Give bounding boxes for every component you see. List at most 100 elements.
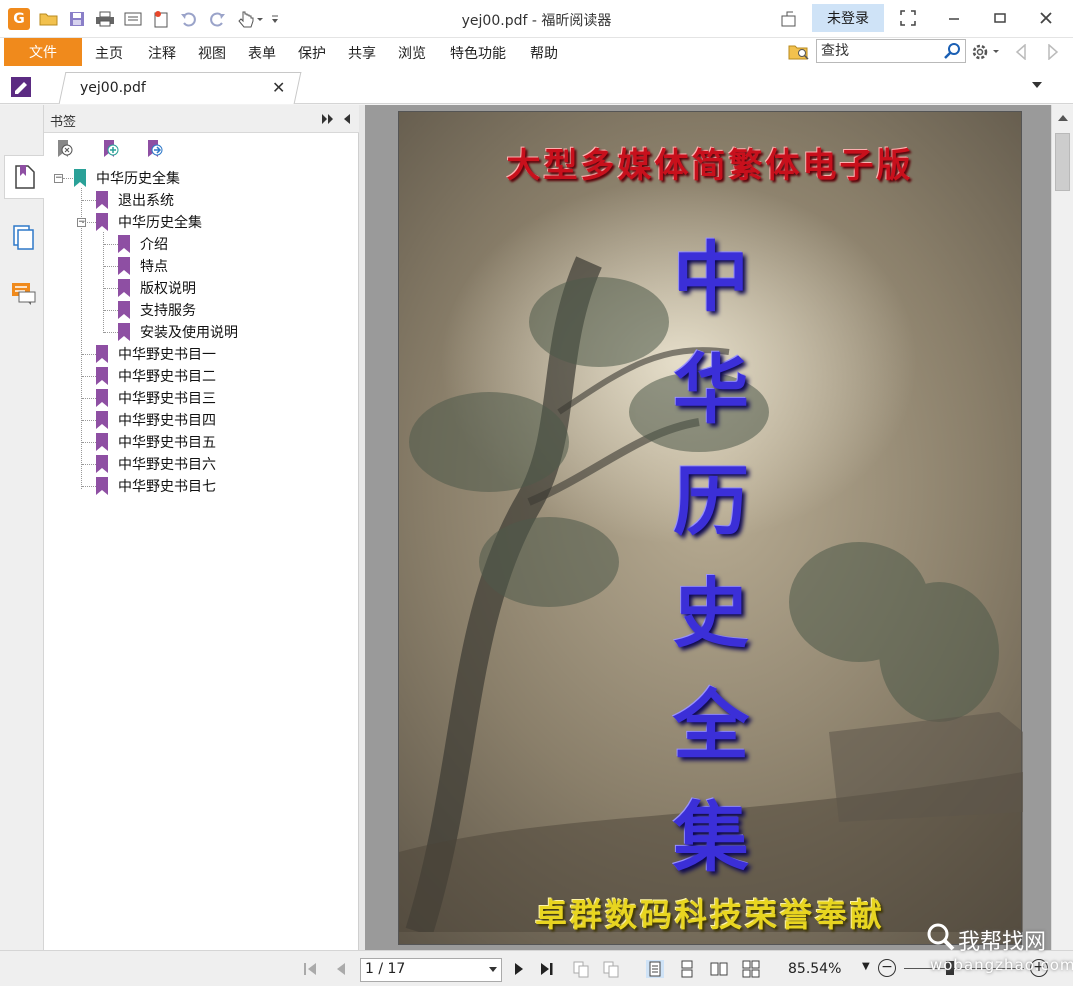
login-button[interactable]: 未登录 [812, 4, 884, 32]
scroll-thumb[interactable] [1055, 133, 1070, 191]
save-icon[interactable] [66, 8, 88, 30]
next-page-icon[interactable] [510, 960, 528, 978]
next-view-status-icon[interactable] [602, 960, 620, 978]
next-view-icon[interactable] [1042, 41, 1064, 63]
first-page-icon[interactable] [302, 960, 320, 978]
bookmark-item[interactable]: 特点 [118, 255, 168, 277]
search-icon[interactable] [944, 42, 962, 60]
customize-quick-access-icon[interactable] [268, 8, 282, 30]
vertical-scrollbar[interactable] [1051, 105, 1073, 950]
menu-form[interactable]: 表单 [248, 43, 276, 63]
zoom-out-icon[interactable]: − [878, 959, 896, 977]
page-number-selector[interactable]: 1 / 17 [360, 958, 502, 982]
page-bottom-credit: 卓群数码科技荣誉奉献 [534, 896, 885, 934]
previous-view-icon[interactable] [1010, 41, 1032, 63]
tree-line [82, 376, 96, 377]
foxit-logo-icon[interactable]: G [8, 8, 30, 30]
menu-help[interactable]: 帮助 [530, 43, 558, 63]
page-top-title: 大型多媒体简繁体电子版 [506, 146, 914, 186]
print-icon[interactable] [94, 8, 116, 30]
expand-panel-icon[interactable] [320, 108, 336, 130]
pdf-page: 大型多媒体简繁体电子版 中 华 历 史 全 集 卓群数码科技荣誉奉献 [398, 111, 1023, 945]
zoom-slider-thumb[interactable] [946, 961, 954, 975]
bookmark-label: 中华野史书目五 [118, 435, 216, 451]
bookmark-item[interactable]: 中华野史书目五 [96, 431, 216, 453]
previous-view-status-icon[interactable] [572, 960, 590, 978]
bookmark-ribbon-icon [118, 301, 130, 319]
tree-collapse-toggle[interactable]: − [54, 174, 63, 183]
search-box [816, 39, 966, 63]
last-page-icon[interactable] [538, 960, 556, 978]
properties-icon[interactable] [122, 8, 144, 30]
close-tab-icon[interactable]: ✕ [272, 78, 285, 97]
scroll-up-arrow-icon[interactable] [1056, 111, 1070, 125]
bookmark-item[interactable]: 版权说明 [118, 277, 196, 299]
pages-panel-icon[interactable] [4, 215, 44, 259]
bookmarks-panel-icon[interactable] [4, 155, 44, 199]
file-menu-button[interactable]: 文件 [4, 38, 82, 66]
collapse-panel-icon[interactable] [340, 108, 354, 130]
bookmark-item[interactable]: 支持服务 [118, 299, 196, 321]
redo-icon[interactable] [206, 8, 228, 30]
bookmark-item[interactable]: 中华野史书目四 [96, 409, 216, 431]
zoom-in-icon[interactable]: + [1030, 959, 1048, 977]
minimize-icon[interactable] [940, 6, 968, 30]
search-input[interactable] [821, 43, 939, 59]
bookmark-item[interactable]: 中华野史书目一 [96, 343, 216, 365]
bookmark-label: 版权说明 [140, 281, 196, 297]
comments-panel-icon[interactable] [4, 271, 44, 315]
restore-icon[interactable] [986, 6, 1014, 30]
bookmark-label: 中华历史全集 [96, 171, 180, 187]
settings-gear-icon[interactable] [970, 41, 1002, 63]
hand-tool-icon[interactable] [236, 8, 268, 30]
tree-line [82, 200, 96, 201]
previous-page-icon[interactable] [332, 960, 350, 978]
close-window-icon[interactable] [1032, 6, 1060, 30]
menu-view[interactable]: 视图 [198, 43, 226, 63]
zoom-dropdown-icon[interactable]: ▼ [862, 961, 870, 972]
menu-protect[interactable]: 保护 [298, 43, 326, 63]
add-bookmark-icon[interactable] [100, 139, 120, 159]
facing-view-icon[interactable] [710, 960, 728, 978]
bookmark-item[interactable]: 中华野史书目三 [96, 387, 216, 409]
status-bar: 1 / 17 85.54% ▼ − + [0, 950, 1073, 986]
share-icon[interactable] [778, 8, 800, 30]
bookmark-label: 安装及使用说明 [140, 325, 238, 341]
bookmark-item[interactable]: 中华历史全集 [74, 167, 180, 189]
bookmark-label: 特点 [140, 259, 168, 275]
bookmark-item[interactable]: 介绍 [118, 233, 168, 255]
zoom-slider-track[interactable] [904, 968, 1024, 969]
bookmark-item[interactable]: 安装及使用说明 [118, 321, 238, 343]
new-document-icon[interactable] [150, 8, 172, 30]
bookmark-item[interactable]: 中华野史书目二 [96, 365, 216, 387]
bookmark-item[interactable]: 中华野史书目七 [96, 475, 216, 497]
bookmark-ribbon-icon [96, 191, 108, 209]
menu-comment[interactable]: 注释 [148, 43, 176, 63]
open-folder-icon[interactable] [38, 8, 60, 30]
continuous-facing-view-icon[interactable] [742, 960, 760, 978]
foxit-sign-icon[interactable] [10, 76, 32, 98]
bookmark-label: 中华野史书目四 [118, 413, 216, 429]
undo-icon[interactable] [178, 8, 200, 30]
tree-line [103, 232, 104, 333]
menu-features[interactable]: 特色功能 [450, 43, 506, 63]
tree-line [104, 288, 118, 289]
find-in-folder-icon[interactable] [788, 41, 810, 63]
bookmark-item[interactable]: 退出系统 [96, 189, 174, 211]
delete-bookmark-icon[interactable] [54, 139, 74, 159]
fullscreen-icon[interactable] [894, 6, 922, 30]
document-view[interactable]: 大型多媒体简繁体电子版 中 华 历 史 全 集 卓群数码科技荣誉奉献 [365, 105, 1051, 950]
tab-list-dropdown-icon[interactable] [1026, 74, 1048, 96]
continuous-view-icon[interactable] [678, 960, 696, 978]
page-dropdown-icon[interactable] [489, 967, 497, 972]
bookmark-ribbon-icon [96, 455, 108, 473]
bookmark-item[interactable]: 中华历史全集 [96, 211, 202, 233]
bookmark-ribbon-icon [96, 433, 108, 451]
menu-share[interactable]: 共享 [348, 43, 376, 63]
bookmark-item[interactable]: 中华野史书目六 [96, 453, 216, 475]
single-page-view-icon[interactable] [646, 960, 664, 978]
menu-home[interactable]: 主页 [95, 43, 123, 63]
goto-bookmark-icon[interactable] [144, 139, 164, 159]
zoom-level[interactable]: 85.54% [788, 961, 841, 977]
menu-browse[interactable]: 浏览 [398, 43, 426, 63]
